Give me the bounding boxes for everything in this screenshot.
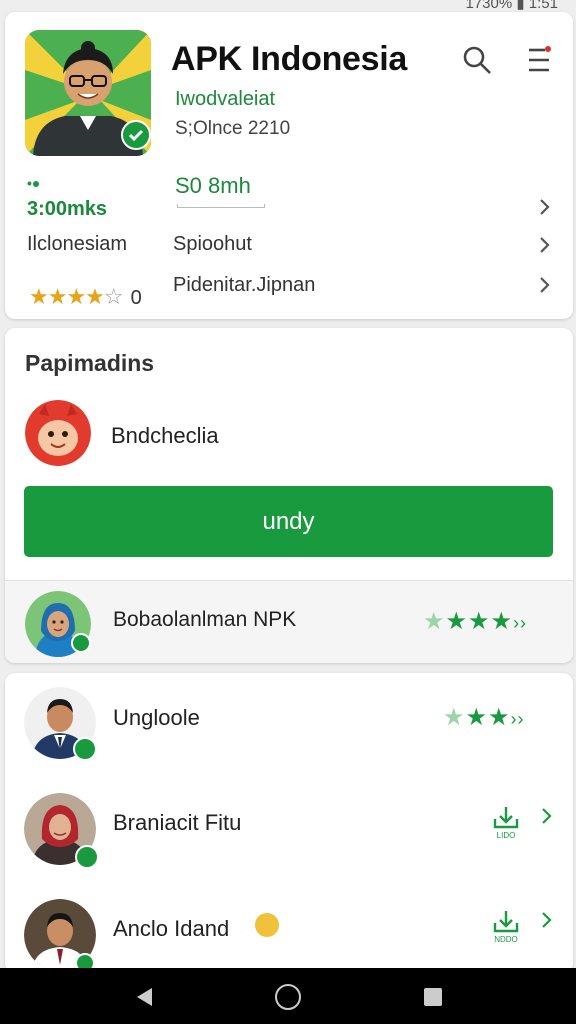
info-row-support[interactable]: Spioohut	[173, 233, 252, 256]
mascot-avatar[interactable]	[25, 400, 91, 466]
list-item-name: Ungloole	[113, 705, 200, 730]
emoji-icon	[255, 913, 279, 937]
section-title: Papimadins	[25, 350, 155, 376]
status-text: 1730% ▮ 1:51	[465, 0, 559, 12]
chevron-right-icon[interactable]	[539, 909, 555, 931]
list-item-name: Braniacit Fitu	[113, 810, 242, 835]
chevron-right-icon[interactable]	[539, 805, 555, 827]
app-size: S0 8mh	[175, 173, 251, 198]
rating-stars: ★★★★☆ 0	[29, 284, 142, 309]
verified-badge-icon	[71, 633, 91, 653]
since-date: S;Olnce 2210	[175, 118, 291, 139]
size-underline	[177, 204, 265, 208]
search-icon[interactable]	[461, 44, 493, 76]
download-label: NDDO	[494, 935, 518, 944]
home-icon[interactable]	[275, 984, 301, 1010]
chevron-right-icon[interactable]	[537, 196, 553, 218]
section-card: Papimadins Bndcheclia undy Bobaolanlman …	[5, 328, 573, 663]
chevron-right-icon[interactable]	[537, 274, 553, 296]
download-label: LIDO	[497, 831, 516, 840]
chevron-right-icon[interactable]	[537, 234, 553, 256]
downloads-label: •●	[27, 175, 41, 191]
rating-value: 0	[130, 287, 142, 309]
status-bar: 1730% ▮ 1:51	[0, 0, 576, 12]
info-row-language: Ilclonesiam	[27, 233, 128, 255]
system-nav-bar	[0, 968, 576, 1024]
recents-icon[interactable]	[424, 988, 442, 1006]
verified-badge-icon	[121, 120, 151, 150]
featured-name: Bobaolanlman NPK	[113, 608, 297, 631]
app-header-card: APK Indonesia Iwodvaleiat S;Olnce 2210 •…	[5, 12, 573, 319]
info-row-publisher[interactable]: Pidenitar.Jipnan	[173, 274, 315, 297]
download-icon[interactable]: LIDO	[491, 805, 521, 841]
download-icon[interactable]: NDDO	[491, 909, 521, 945]
list-item-name: Anclo Idand	[113, 916, 230, 941]
back-icon[interactable]	[134, 986, 156, 1008]
developer-name[interactable]: Iwodvaleiat	[175, 88, 275, 111]
app-title: APK Indonesia	[171, 40, 408, 78]
install-button[interactable]: undy	[24, 486, 553, 557]
verified-badge-icon	[73, 737, 97, 761]
list-card: Ungloole ★★★›› Braniacit Fitu LIDO Anclo…	[5, 673, 573, 973]
list-item-rating-stars: ★★★››	[443, 704, 525, 731]
menu-icon[interactable]	[525, 44, 553, 76]
verified-badge-icon	[75, 845, 99, 869]
section-item-name[interactable]: Bndcheclia	[111, 423, 219, 449]
downloads-count: 3:00mks	[27, 198, 108, 220]
featured-rating-stars: ★★★★››	[423, 608, 528, 635]
featured-row[interactable]: Bobaolanlman NPK ★★★★››	[5, 580, 573, 663]
